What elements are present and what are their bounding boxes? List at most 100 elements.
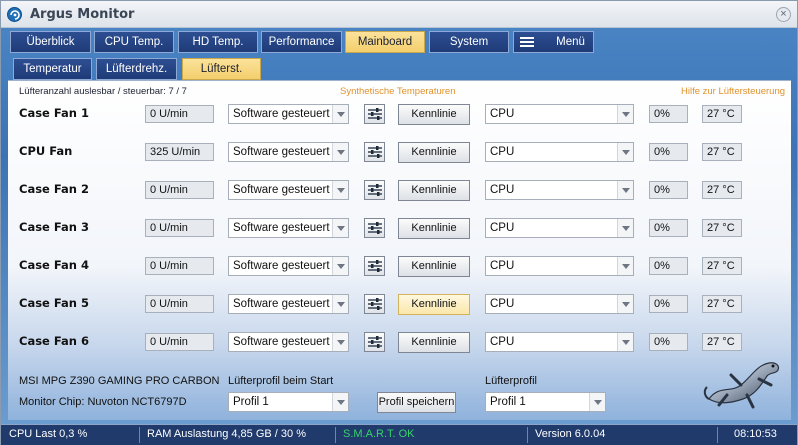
fan-profile-value: Profil 1 [490, 396, 526, 408]
fan-settings-button[interactable] [364, 294, 385, 314]
save-profile-button[interactable]: Profil speichern [377, 392, 456, 413]
fan-temp-readout: 27 °C [702, 257, 742, 275]
fan-source-select[interactable]: CPU [485, 294, 634, 314]
tab-ueberblick[interactable]: Überblick [10, 31, 91, 53]
chevron-down-icon [332, 219, 348, 237]
fan-rpm-readout: 325 U/min [145, 143, 214, 161]
tab-menu[interactable]: Menü [513, 31, 594, 53]
chevron-down-icon [332, 105, 348, 123]
fan-curve-button[interactable]: Kennlinie [398, 180, 470, 201]
fan-mode-select[interactable]: Software gesteuert [228, 294, 349, 314]
chevron-down-icon [617, 257, 633, 275]
fan-source-select[interactable]: CPU [485, 332, 634, 352]
fan-mode-select[interactable]: Software gesteuert [228, 218, 349, 238]
chevron-down-icon [617, 143, 633, 161]
fan-mode-select[interactable]: Software gesteuert [228, 332, 349, 352]
synthetic-temperatures-link[interactable]: Synthetische Temperaturen [340, 86, 455, 97]
fan-mode-select[interactable]: Software gesteuert [228, 104, 349, 124]
window-title: Argus Monitor [30, 7, 135, 22]
fan-settings-button[interactable] [364, 332, 385, 352]
version-status: Version 6.0.04 [535, 428, 606, 440]
fan-rpm-readout: 0 U/min [145, 333, 214, 351]
fan-temp-readout: 27 °C [702, 295, 742, 313]
fan-source-value: CPU [490, 336, 515, 348]
fan-curve-button[interactable]: Kennlinie [398, 218, 470, 239]
tab-performance[interactable]: Performance [261, 31, 342, 53]
fan-mode-select[interactable]: Software gesteuert [228, 142, 349, 162]
fan-temp-readout: 27 °C [702, 105, 742, 123]
chevron-down-icon [617, 181, 633, 199]
close-button[interactable]: × [776, 7, 791, 22]
monitor-chip: Monitor Chip: Nuvoton NCT6797D [19, 396, 187, 408]
status-divider [139, 427, 140, 443]
fan-name: CPU Fan [19, 144, 73, 158]
fan-curve-button[interactable]: Kennlinie [398, 104, 470, 125]
fan-source-select[interactable]: CPU [485, 142, 634, 162]
fan-percent-readout: 0% [649, 333, 688, 351]
subtab-luefterdrehz[interactable]: Lüfterdrehz. [96, 58, 177, 80]
fan-mode-value: Software gesteuert [233, 146, 330, 158]
start-profile-label: Lüfterprofil beim Start [228, 375, 334, 387]
fan-percent-readout: 0% [649, 219, 688, 237]
fan-source-select[interactable]: CPU [485, 256, 634, 276]
fan-curve-button[interactable]: Kennlinie [398, 332, 470, 353]
chevron-down-icon [332, 333, 348, 351]
fan-temp-readout: 27 °C [702, 333, 742, 351]
fan-name: Case Fan 3 [19, 220, 89, 234]
chevron-down-icon [332, 257, 348, 275]
fan-mode-value: Software gesteuert [233, 108, 330, 120]
fan-temp-readout: 27 °C [702, 143, 742, 161]
fan-source-value: CPU [490, 146, 515, 158]
tab-hd-temp[interactable]: HD Temp. [178, 31, 258, 53]
tab-mainboard[interactable]: Mainboard [345, 31, 425, 53]
status-divider [527, 427, 528, 443]
fan-profile-label: Lüfterprofil [485, 375, 537, 387]
subtab-luefterst[interactable]: Lüfterst. [182, 58, 261, 80]
fan-profile-select[interactable]: Profil 1 [485, 392, 606, 412]
fan-name: Case Fan 5 [19, 296, 89, 310]
fan-control-help-link[interactable]: Hilfe zur Lüftersteuerung [681, 86, 785, 97]
start-profile-select[interactable]: Profil 1 [228, 392, 349, 412]
fan-curve-button[interactable]: Kennlinie [398, 256, 470, 277]
fan-settings-button[interactable] [364, 256, 385, 276]
fan-mode-select[interactable]: Software gesteuert [228, 256, 349, 276]
fan-curve-button[interactable]: Kennlinie [398, 294, 470, 315]
fan-source-select[interactable]: CPU [485, 180, 634, 200]
fan-settings-button[interactable] [364, 218, 385, 238]
fan-mode-select[interactable]: Software gesteuert [228, 180, 349, 200]
title-bar[interactable]: Argus Monitor × [1, 1, 797, 28]
fan-mode-value: Software gesteuert [233, 184, 330, 196]
fan-temp-readout: 27 °C [702, 181, 742, 199]
fan-rpm-readout: 0 U/min [145, 257, 214, 275]
fan-settings-button[interactable] [364, 104, 385, 124]
fan-source-select[interactable]: CPU [485, 104, 634, 124]
tab-cpu-temp[interactable]: CPU Temp. [94, 31, 174, 53]
tab-system[interactable]: System [429, 31, 509, 53]
chevron-down-icon [332, 181, 348, 199]
fan-name: Case Fan 1 [19, 106, 89, 120]
chevron-down-icon [617, 295, 633, 313]
ram-usage-status: RAM Auslastung 4,85 GB / 30 % [147, 428, 306, 440]
fan-mode-value: Software gesteuert [233, 260, 330, 272]
chevron-down-icon [332, 393, 348, 411]
smart-status: S.M.A.R.T. OK [343, 428, 415, 440]
subtab-temperatur[interactable]: Temperatur [13, 58, 92, 80]
chevron-down-icon [617, 333, 633, 351]
app-window: Argus Monitor × Überblick CPU Temp. HD T… [0, 0, 798, 445]
fan-percent-readout: 0% [649, 257, 688, 275]
fan-name: Case Fan 2 [19, 182, 89, 196]
fan-temp-readout: 27 °C [702, 219, 742, 237]
fan-settings-button[interactable] [364, 142, 385, 162]
status-divider [335, 427, 336, 443]
fan-curve-button[interactable]: Kennlinie [398, 142, 470, 163]
fan-source-select[interactable]: CPU [485, 218, 634, 238]
fan-name: Case Fan 6 [19, 334, 89, 348]
fan-count-text: Lüfteranzahl auslesbar / steuerbar: 7 / … [19, 86, 187, 97]
fan-rpm-readout: 0 U/min [145, 105, 214, 123]
fan-settings-button[interactable] [364, 180, 385, 200]
hamburger-icon [520, 37, 534, 47]
fan-control-panel [8, 80, 791, 420]
fan-source-value: CPU [490, 184, 515, 196]
fan-rpm-readout: 0 U/min [145, 181, 214, 199]
fan-rpm-readout: 0 U/min [145, 219, 214, 237]
